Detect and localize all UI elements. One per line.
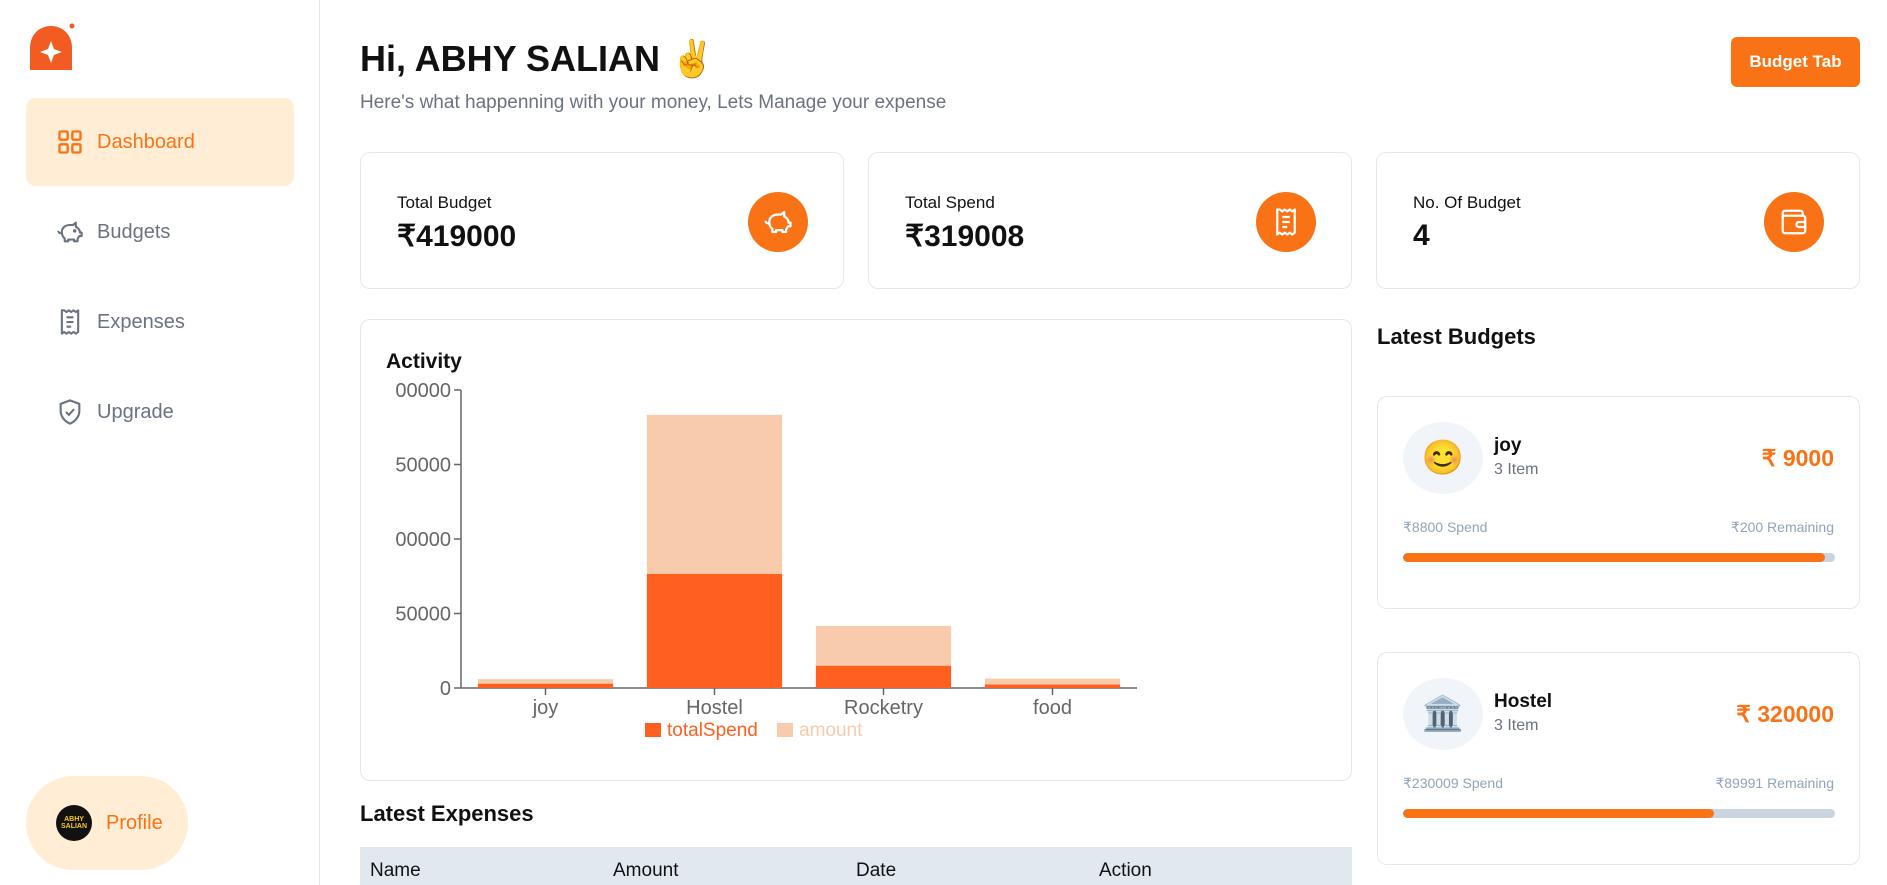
receipt-icon [56,308,84,336]
bar-amount-joy [477,679,614,684]
budget-name: Hostel [1494,691,1553,712]
stat-label: No. Of Budget [1413,193,1521,212]
sidebar-item-expenses[interactable]: Expenses [26,278,294,366]
column-header-date: Date [856,860,897,881]
x-tick-label: Hostel [686,697,743,719]
legend-swatch-amount [777,723,793,737]
latest-expenses-title: Latest Expenses [360,801,534,826]
y-tick-label: 50000 [395,604,451,626]
x-tick-label: joy [532,697,559,719]
stat-label: Total Spend [905,193,995,212]
app-root: Dashboard Budgets Expenses Upgrade ABHY … [0,0,1887,885]
column-header-action: Action [1099,860,1152,881]
sidebar: Dashboard Budgets Expenses Upgrade ABHY … [0,0,320,885]
wallet-icon [1764,192,1824,252]
y-tick-label: 0 [440,678,451,700]
bar-amount-hostel [646,414,783,574]
building-emoji-icon: 🏛️ [1403,678,1483,750]
y-tick-label: 00000 [395,529,451,551]
sidebar-item-upgrade[interactable]: Upgrade [26,368,294,456]
piggy-bank-icon [56,218,84,246]
receipt-icon [1256,192,1316,252]
activity-bar-chart: 0 50000 00000 50000 00000 joy Hostel Rocketry fo… [395,380,1137,741]
budget-amount: ₹ 320000 [1736,701,1834,727]
profile-label: Profile [106,811,163,834]
stat-card-budget-count: No. Of Budget 4 [1376,152,1860,289]
y-tick-label: 00000 [395,380,451,402]
budget-item-count: 3 Item [1494,461,1539,478]
x-tick-label: Rocketry [844,697,923,719]
budget-progress-bar [1403,809,1835,818]
sidebar-item-dashboard[interactable]: Dashboard [26,98,294,186]
budget-remaining: ₹200 Remaining [1730,519,1834,535]
grid-icon [56,128,84,156]
piggy-bank-icon [748,192,808,252]
budget-name: joy [1494,435,1522,456]
bar-totalspend-rocketry [815,665,952,688]
budget-item-count: 3 Item [1494,717,1539,734]
sidebar-item-label: Expenses [97,310,185,333]
stat-label: Total Budget [397,193,492,212]
shield-check-icon [56,398,84,426]
stat-value: ₹419000 [397,220,517,253]
x-tick-label: food [1033,697,1072,719]
bar-amount-food [984,678,1121,685]
budget-card-hostel[interactable]: 🏛️ Hostel 3 Item ₹ 320000 ₹230009 Spend … [1377,652,1860,865]
page-subtitle: Here's what happenning with your money, … [360,92,947,113]
smile-emoji-icon: 😊 [1403,422,1483,494]
sidebar-item-label: Upgrade [97,400,174,423]
column-header-amount: Amount [613,860,679,881]
bar-totalspend-food [984,684,1121,688]
bar-amount-rocketry [815,625,952,666]
page-title: Hi, ABHY SALIAN ✌️ [360,38,715,79]
column-header-name: Name [370,860,421,881]
budget-tab-button[interactable]: Budget Tab [1731,37,1860,87]
budget-spend: ₹8800 Spend [1403,519,1488,535]
profile-button[interactable]: ABHY SALIAN Profile [26,776,188,870]
y-tick-label: 50000 [395,455,451,477]
legend-label-amount: amount [799,720,863,741]
activity-card: Activity 0 50000 00000 50000 00000 joy Hostel R… [360,319,1352,781]
sidebar-item-label: Budgets [97,220,171,243]
budget-progress-fill [1403,809,1714,818]
bar-totalspend-joy [477,683,614,688]
stat-card-total-spend: Total Spend ₹319008 [868,152,1352,289]
stat-value: ₹319008 [905,220,1025,253]
budget-progress-fill [1403,553,1826,562]
legend-swatch-totalspend [645,723,661,737]
expenses-table-header: Name Amount Date Action [360,847,1352,885]
budget-remaining: ₹89991 Remaining [1715,775,1834,791]
stat-card-total-budget: Total Budget ₹419000 [360,152,844,289]
bar-totalspend-hostel [646,573,783,688]
stat-value: 4 [1413,219,1430,252]
latest-budgets-title: Latest Budgets [1377,324,1536,349]
legend-label-totalspend: totalSpend [667,720,758,741]
budget-spend: ₹230009 Spend [1403,775,1503,791]
avatar: ABHY SALIAN [56,805,92,841]
budget-card-joy[interactable]: 😊 joy 3 Item ₹ 9000 ₹8800 Spend ₹200 Rem… [1377,396,1860,609]
sidebar-item-budgets[interactable]: Budgets [26,188,294,276]
budget-progress-bar [1403,553,1835,562]
app-logo-icon[interactable] [26,22,76,74]
sidebar-item-label: Dashboard [97,130,195,153]
budget-amount: ₹ 9000 [1761,445,1834,471]
